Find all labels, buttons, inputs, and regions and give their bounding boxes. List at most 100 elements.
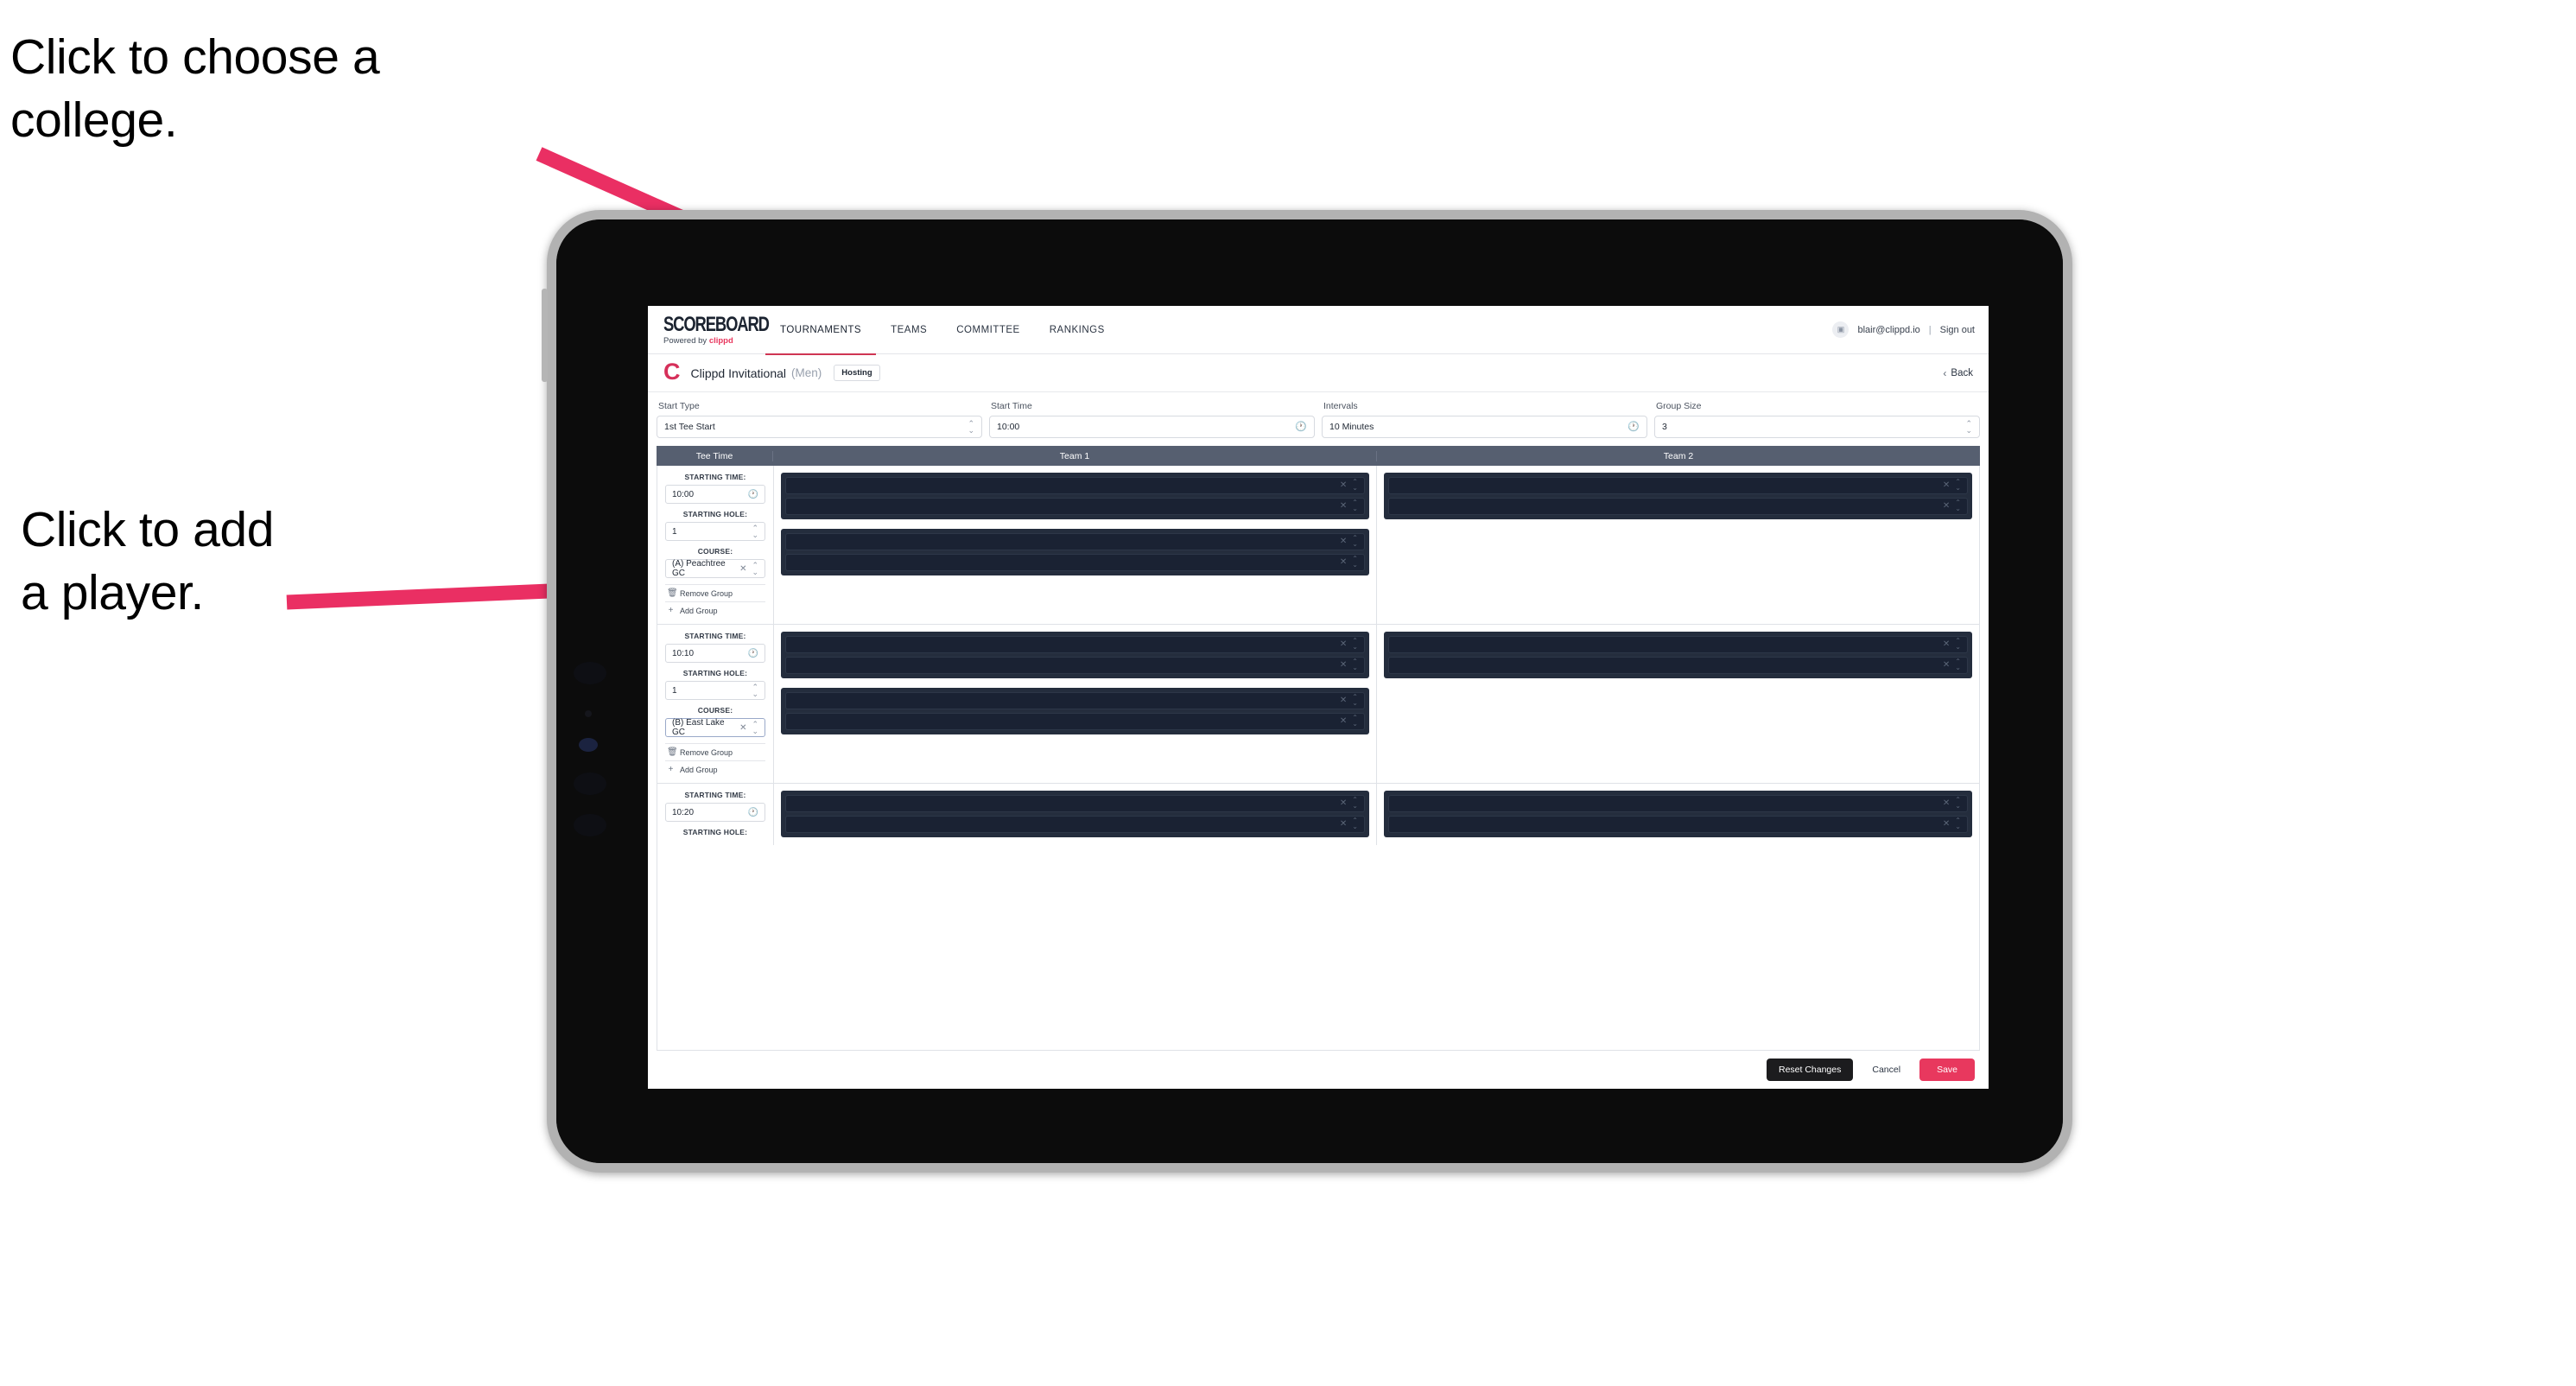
starting-time-value: 10:00 bbox=[672, 489, 695, 499]
slot-icons: ✕ ⌃ ⌄ bbox=[1943, 797, 1961, 810]
close-icon[interactable]: ✕ bbox=[1340, 558, 1347, 567]
avatar[interactable]: ▣ bbox=[1832, 321, 1850, 338]
player-slot[interactable]: ✕ ⌃ ⌄ bbox=[1388, 816, 1968, 833]
group-size-stepper[interactable]: 3 ⌃ ⌄ bbox=[1654, 416, 1980, 438]
slot-icons: ✕ ⌃ ⌄ bbox=[1340, 817, 1358, 830]
add-group-label: Add Group bbox=[680, 765, 718, 774]
tab-teams[interactable]: TEAMS bbox=[876, 306, 942, 354]
close-icon[interactable]: ✕ bbox=[1943, 661, 1950, 670]
player-slot[interactable]: ✕ ⌃ ⌄ bbox=[1388, 477, 1968, 494]
annotation-choose-college: Click to choose a college. bbox=[10, 29, 380, 148]
remove-group-button[interactable]: 🗑 Remove Group bbox=[665, 743, 765, 760]
scoreboard-logo[interactable]: SCOREBOARD Powered by clippd bbox=[663, 315, 770, 346]
close-icon[interactable]: ✕ bbox=[1340, 696, 1347, 705]
field-group-size: Group Size 3 ⌃ ⌄ bbox=[1654, 401, 1980, 438]
stepper-icon: ⌃ ⌄ bbox=[1965, 418, 1972, 435]
player-slot[interactable]: ✕ ⌃ ⌄ bbox=[785, 477, 1365, 494]
tab-tournaments[interactable]: TOURNAMENTS bbox=[765, 306, 877, 355]
close-icon[interactable]: ✕ bbox=[1340, 820, 1347, 829]
close-icon[interactable]: ✕ bbox=[1340, 640, 1347, 649]
user-email: blair@clippd.io bbox=[1857, 324, 1920, 335]
remove-group-label: Remove Group bbox=[680, 747, 733, 757]
tee-time-cell: STARTING TIME: 10:20 🕐 STARTING HOLE: bbox=[657, 784, 774, 845]
close-icon[interactable]: ✕ bbox=[1340, 537, 1347, 546]
starting-time-input[interactable]: 10:00 🕐 bbox=[665, 485, 765, 504]
close-icon[interactable]: ✕ bbox=[1340, 502, 1347, 511]
stepper-icon: ⌃ ⌄ bbox=[1352, 534, 1358, 548]
player-slot[interactable]: ✕ ⌃ ⌄ bbox=[785, 657, 1365, 674]
slot-icons: ✕ ⌃ ⌄ bbox=[1340, 479, 1358, 492]
player-slot[interactable]: ✕ ⌃ ⌄ bbox=[785, 533, 1365, 550]
close-icon[interactable]: ✕ bbox=[1340, 799, 1347, 808]
player-group: ✕ ⌃ ⌄ ✕ ⌃ ⌄ bbox=[1384, 791, 1972, 837]
column-header-team-2: Team 2 bbox=[1663, 450, 1694, 461]
course-value: (B) East Lake GC bbox=[672, 718, 725, 737]
close-icon[interactable]: ✕ bbox=[1340, 481, 1347, 490]
close-icon[interactable]: ✕ bbox=[739, 564, 746, 574]
team-1-cell: ✕ ⌃ ⌄ ✕ ⌃ ⌄ ✕ ⌃ ⌄ ✕ ⌃ ⌄ bbox=[774, 466, 1377, 624]
clippd-logo-icon: C bbox=[663, 359, 681, 385]
course-select[interactable]: (A) Peachtree GC ✕ ⌃ ⌄ bbox=[665, 559, 765, 578]
player-slot[interactable]: ✕ ⌃ ⌄ bbox=[1388, 498, 1968, 515]
sign-out-link[interactable]: Sign out bbox=[1940, 325, 1975, 335]
remove-group-button[interactable]: 🗑 Remove Group bbox=[665, 584, 765, 601]
trash-icon: 🗑 bbox=[667, 588, 678, 598]
starting-time-value: 10:20 bbox=[672, 807, 695, 817]
tab-committee[interactable]: COMMITTEE bbox=[942, 306, 1035, 354]
tab-rankings[interactable]: RANKINGS bbox=[1035, 306, 1120, 354]
player-slot[interactable]: ✕ ⌃ ⌄ bbox=[1388, 636, 1968, 653]
save-button[interactable]: Save bbox=[1919, 1059, 1975, 1081]
start-type-label: Start Type bbox=[658, 401, 700, 411]
player-slot[interactable]: ✕ ⌃ ⌄ bbox=[785, 692, 1365, 709]
close-icon[interactable]: ✕ bbox=[1943, 820, 1950, 829]
tee-time-cell: STARTING TIME: 10:10 🕐 STARTING HOLE: 1 … bbox=[657, 625, 774, 783]
slot-icons: ✕ ⌃ ⌄ bbox=[1340, 715, 1358, 728]
starting-hole-label: STARTING HOLE: bbox=[682, 669, 748, 677]
player-group: ✕ ⌃ ⌄ ✕ ⌃ ⌄ bbox=[781, 688, 1369, 734]
back-button[interactable]: ‹ Back bbox=[1943, 367, 1973, 379]
player-slot[interactable]: ✕ ⌃ ⌄ bbox=[1388, 795, 1968, 812]
starting-time-input[interactable]: 10:20 🕐 bbox=[665, 803, 765, 822]
logo-tagline: Powered by clippd bbox=[663, 336, 753, 346]
stepper-icon: ⌃ ⌄ bbox=[1955, 637, 1961, 651]
stepper-icon: ⌃ ⌄ bbox=[1352, 714, 1358, 728]
add-group-button[interactable]: + Add Group bbox=[665, 601, 765, 619]
start-time-input[interactable]: 10:00 🕐 bbox=[989, 416, 1315, 438]
player-slot[interactable]: ✕ ⌃ ⌄ bbox=[785, 498, 1365, 515]
start-type-select[interactable]: 1st Tee Start ⌃ ⌄ bbox=[657, 416, 982, 438]
volume-button[interactable] bbox=[542, 289, 548, 382]
add-group-button[interactable]: + Add Group bbox=[665, 760, 765, 778]
close-icon[interactable]: ✕ bbox=[739, 723, 746, 733]
starting-time-input[interactable]: 10:10 🕐 bbox=[665, 644, 765, 663]
camera-lens-icon bbox=[574, 662, 606, 684]
player-slot[interactable]: ✕ ⌃ ⌄ bbox=[785, 816, 1365, 833]
close-icon[interactable]: ✕ bbox=[1943, 799, 1950, 808]
slot-icons: ✕ ⌃ ⌄ bbox=[1340, 534, 1358, 548]
slot-icons: ✕ ⌃ ⌄ bbox=[1943, 817, 1961, 830]
stepper-icon: ⌃ ⌄ bbox=[1955, 817, 1961, 830]
close-icon[interactable]: ✕ bbox=[1340, 661, 1347, 670]
close-icon[interactable]: ✕ bbox=[1340, 717, 1347, 726]
sensor-dot-icon bbox=[585, 710, 592, 717]
player-slot[interactable]: ✕ ⌃ ⌄ bbox=[785, 713, 1365, 730]
logo-tagline-brand: clippd bbox=[708, 335, 733, 346]
starting-hole-stepper[interactable]: 1 ⌃ ⌄ bbox=[665, 522, 765, 541]
starting-hole-value: 1 bbox=[672, 526, 677, 537]
reset-changes-button[interactable]: Reset Changes bbox=[1766, 1059, 1854, 1081]
slot-icons: ✕ ⌃ ⌄ bbox=[1340, 658, 1358, 671]
player-group: ✕ ⌃ ⌄ ✕ ⌃ ⌄ bbox=[781, 473, 1369, 519]
player-slot[interactable]: ✕ ⌃ ⌄ bbox=[1388, 657, 1968, 674]
player-slot[interactable]: ✕ ⌃ ⌄ bbox=[785, 795, 1365, 812]
intervals-input[interactable]: 10 Minutes 🕐 bbox=[1322, 416, 1647, 438]
player-slot[interactable]: ✕ ⌃ ⌄ bbox=[785, 636, 1365, 653]
starting-hole-stepper[interactable]: 1 ⌃ ⌄ bbox=[665, 681, 765, 700]
top-navigation-bar: SCOREBOARD Powered by clippd TOURNAMENTS… bbox=[648, 306, 1989, 355]
clock-icon: 🕐 bbox=[1295, 421, 1307, 432]
clock-icon: 🕐 bbox=[747, 807, 758, 817]
cancel-button[interactable]: Cancel bbox=[1865, 1059, 1907, 1081]
player-slot[interactable]: ✕ ⌃ ⌄ bbox=[785, 554, 1365, 571]
close-icon[interactable]: ✕ bbox=[1943, 481, 1950, 490]
close-icon[interactable]: ✕ bbox=[1943, 640, 1950, 649]
course-select[interactable]: (B) East Lake GC ✕ ⌃ ⌄ bbox=[665, 718, 765, 737]
close-icon[interactable]: ✕ bbox=[1943, 502, 1950, 511]
